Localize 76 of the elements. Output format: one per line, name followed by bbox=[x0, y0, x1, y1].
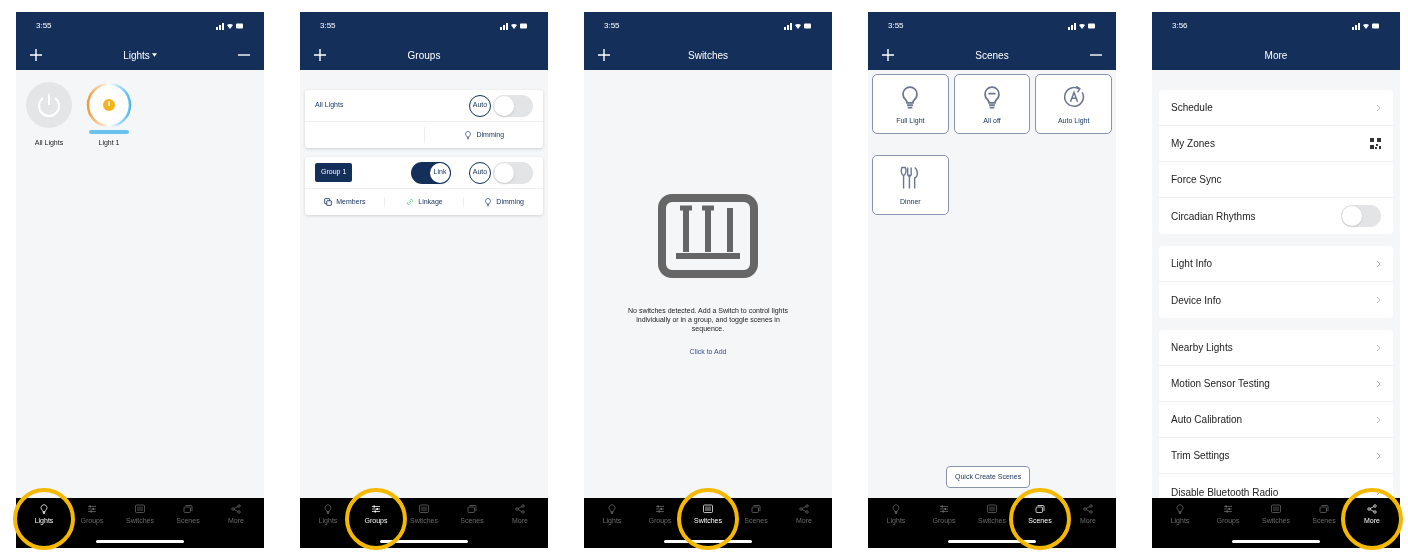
settings-item[interactable]: Disable Bluetooth Radio bbox=[1171, 484, 1279, 498]
bulb-icon bbox=[483, 197, 494, 207]
sliders-icon bbox=[86, 503, 98, 515]
link-icon bbox=[405, 197, 416, 207]
bulb-icon bbox=[606, 503, 618, 515]
bulb-icon bbox=[322, 503, 334, 515]
switch-panel-icon bbox=[702, 503, 714, 515]
qr-code-icon bbox=[1370, 138, 1381, 149]
stacked-cards-icon bbox=[466, 503, 478, 515]
settings-item[interactable]: Light Info bbox=[1171, 256, 1213, 271]
bulb-icon bbox=[38, 503, 50, 515]
sliders-icon bbox=[654, 503, 666, 515]
brightness-bar bbox=[89, 130, 129, 134]
share-nodes-icon bbox=[230, 503, 242, 515]
bulb-icon bbox=[1174, 503, 1186, 515]
bulb-icon bbox=[463, 130, 474, 140]
status-icons bbox=[784, 22, 812, 30]
settings-item[interactable]: Auto Calibration bbox=[1171, 412, 1243, 427]
chevron-icon bbox=[1376, 259, 1381, 268]
add-icon[interactable] bbox=[312, 47, 328, 63]
status-time: 3:55 bbox=[888, 20, 904, 32]
switch-panel-icon bbox=[418, 503, 430, 515]
status-time: 3:56 bbox=[1172, 20, 1188, 32]
chevron-icon bbox=[1376, 379, 1381, 388]
status-icons bbox=[1068, 22, 1096, 30]
share-nodes-icon bbox=[1082, 503, 1094, 515]
status-time: 3:55 bbox=[36, 20, 52, 32]
settings-item[interactable]: My Zones bbox=[1171, 136, 1215, 151]
share-nodes-icon bbox=[514, 503, 526, 515]
status-time: 3:55 bbox=[320, 20, 336, 32]
settings-item[interactable]: Circadian Rhythms bbox=[1171, 208, 1256, 224]
auto-toggle[interactable] bbox=[493, 161, 533, 184]
status-icons bbox=[500, 22, 528, 30]
chevron-icon bbox=[1376, 343, 1381, 352]
switch-panel-icon bbox=[986, 503, 998, 515]
sliders-icon bbox=[1222, 503, 1234, 515]
settings-item[interactable]: Trim Settings bbox=[1171, 448, 1230, 463]
switch-panel-icon bbox=[1270, 503, 1282, 515]
stacked-cards-icon bbox=[182, 503, 194, 515]
highlight-ring bbox=[13, 487, 75, 550]
sliders-icon bbox=[370, 503, 382, 515]
bulb-icon bbox=[890, 503, 902, 515]
status-time: 3:55 bbox=[604, 20, 620, 32]
settings-item[interactable]: Schedule bbox=[1171, 100, 1213, 115]
stacked-cards-icon bbox=[1318, 503, 1330, 515]
settings-item[interactable]: Nearby Lights bbox=[1171, 340, 1233, 355]
chevron-icon bbox=[1376, 103, 1381, 112]
settings-item[interactable]: Force Sync bbox=[1171, 172, 1222, 187]
share-nodes-icon bbox=[1366, 503, 1378, 515]
switch-panel-icon bbox=[134, 503, 146, 515]
chevron-icon bbox=[1376, 451, 1381, 460]
settings-item[interactable]: Motion Sensor Testing bbox=[1171, 376, 1270, 391]
highlight-ring bbox=[1341, 487, 1403, 550]
add-icon[interactable] bbox=[596, 47, 612, 63]
add-icon[interactable] bbox=[880, 47, 896, 63]
screen-title: Lights bbox=[123, 48, 150, 63]
screen-title: Scenes bbox=[975, 48, 1009, 63]
settings-item[interactable]: Device Info bbox=[1171, 292, 1222, 308]
screen-title: Groups bbox=[407, 48, 441, 63]
stacked-cards-icon bbox=[750, 503, 762, 515]
screen-title: More bbox=[1264, 48, 1288, 63]
chevron-icon bbox=[1376, 296, 1381, 304]
sliders-icon bbox=[938, 503, 950, 515]
auto-toggle[interactable] bbox=[493, 94, 533, 117]
status-icons bbox=[1352, 22, 1380, 30]
setting-toggle[interactable] bbox=[1341, 205, 1381, 227]
add-icon[interactable] bbox=[28, 47, 44, 63]
screen-title: Switches bbox=[688, 48, 728, 63]
chevron-icon bbox=[1376, 415, 1381, 424]
switch-panel-icon bbox=[658, 194, 758, 278]
highlight-ring bbox=[1009, 487, 1071, 550]
share-nodes-icon bbox=[798, 503, 810, 515]
copy-icon bbox=[323, 197, 334, 207]
caret-icon[interactable] bbox=[151, 53, 157, 57]
status-icons bbox=[216, 22, 244, 30]
stacked-cards-icon bbox=[1034, 503, 1046, 515]
